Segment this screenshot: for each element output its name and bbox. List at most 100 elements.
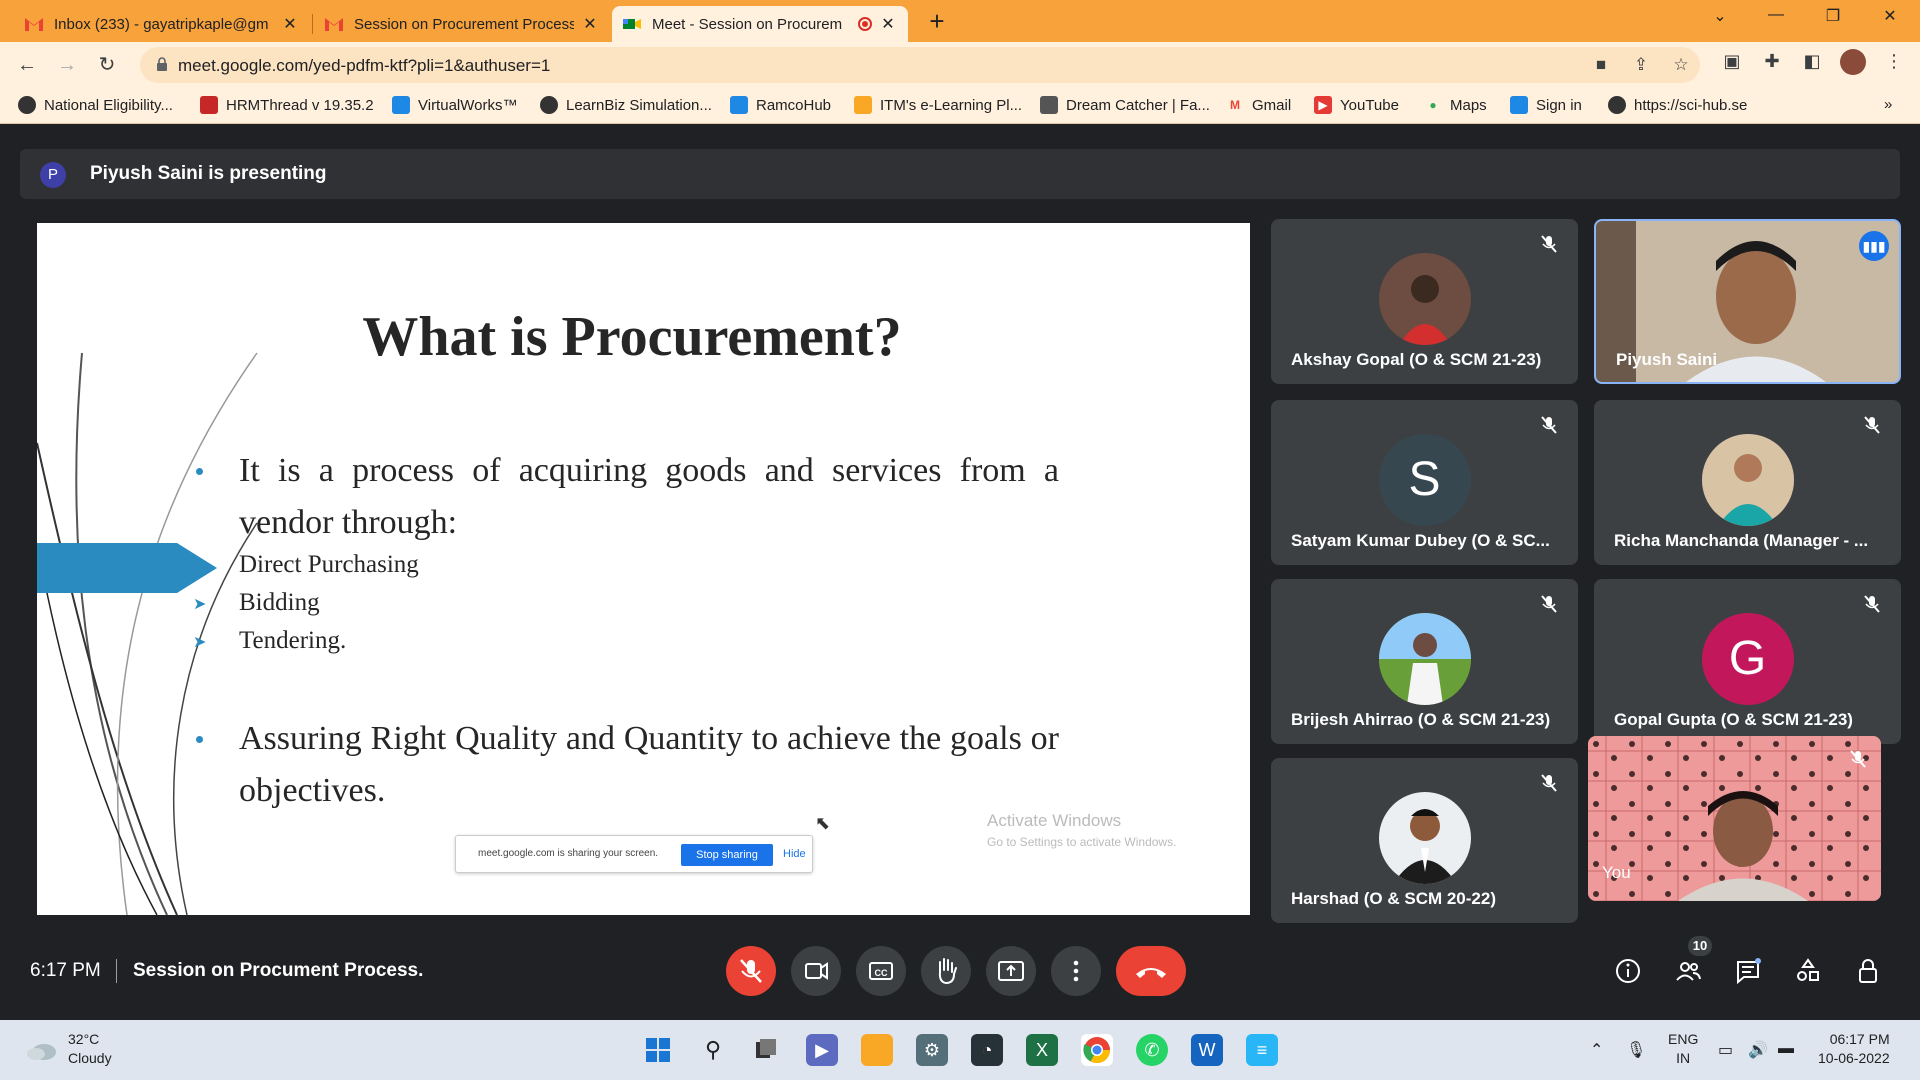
mic-off-icon: [1541, 595, 1557, 613]
self-view-tile[interactable]: You: [1588, 736, 1881, 901]
back-icon[interactable]: ←: [12, 50, 42, 80]
meeting-title: Session on Procument Process.: [133, 960, 424, 981]
close-icon[interactable]: ✕: [280, 14, 300, 34]
file-explorer-icon[interactable]: [861, 1034, 893, 1066]
tab-meet[interactable]: Meet - Session on Procurem ✕: [612, 6, 908, 42]
participant-tile[interactable]: Harshad (O & SCM 20-22): [1271, 758, 1578, 923]
search-icon[interactable]: ⚲: [697, 1034, 729, 1066]
avatar: [1378, 613, 1471, 705]
bookmark-item[interactable]: National Eligibility...: [18, 96, 173, 114]
address-bar[interactable]: meet.google.com/yed-pdfm-ktf?pli=1&authu…: [140, 47, 1700, 83]
profile-avatar[interactable]: [1840, 49, 1866, 75]
participant-name: Richa Manchanda (Manager - ...: [1614, 531, 1869, 550]
participant-tile[interactable]: G Gopal Gupta (O & SCM 21-23): [1594, 579, 1901, 744]
hide-link[interactable]: Hide: [783, 848, 806, 860]
excel-icon[interactable]: X: [1026, 1034, 1058, 1066]
weather-widget[interactable]: 32°C Cloudy: [24, 1030, 112, 1068]
close-window-button[interactable]: ✕: [1870, 6, 1910, 26]
participant-tile[interactable]: Richa Manchanda (Manager - ...: [1594, 400, 1901, 565]
host-controls-icon[interactable]: [1852, 955, 1884, 987]
shared-slide: What is Procurement? It is a process of …: [37, 223, 1250, 915]
gmail-icon: M: [1230, 98, 1240, 112]
svg-text:CC: CC: [875, 968, 888, 978]
system-clock[interactable]: 06:17 PM 10-06-2022: [1818, 1030, 1890, 1068]
mic-toggle-button[interactable]: [726, 946, 776, 996]
share-icon[interactable]: ⇪: [1630, 55, 1652, 77]
people-icon[interactable]: [1672, 955, 1704, 987]
bookmark-item[interactable]: VirtualWorks™: [392, 96, 517, 114]
slide-sub-item: Direct Purchasing: [239, 551, 419, 578]
more-options-button[interactable]: [1051, 946, 1101, 996]
start-icon[interactable]: [642, 1034, 674, 1066]
participant-tile[interactable]: S Satyam Kumar Dubey (O & SC...: [1271, 400, 1578, 565]
bookmarks-bar: National Eligibility... HRMThread v 19.3…: [0, 88, 1920, 124]
participant-tile[interactable]: Akshay Gopal (O & SCM 21-23): [1271, 219, 1578, 384]
meet-controls-bar: 6:17 PM Session on Procument Process. CC…: [0, 925, 1920, 1020]
close-icon[interactable]: ✕: [878, 14, 898, 34]
participant-tile-active-speaker[interactable]: ▮▮▮ Piyush Saini: [1594, 219, 1901, 384]
forward-icon[interactable]: →: [52, 50, 82, 80]
word-icon[interactable]: W: [1191, 1034, 1223, 1066]
bookmark-item[interactable]: HRMThread v 19.35.2: [200, 96, 374, 114]
info-icon[interactable]: [1612, 955, 1644, 987]
bookmark-item[interactable]: Dream Catcher | Fa...: [1040, 96, 1210, 114]
bookmark-item[interactable]: Sign in: [1510, 96, 1582, 114]
volume-icon[interactable]: 🔊: [1748, 1040, 1768, 1060]
raise-hand-button[interactable]: [921, 946, 971, 996]
input-language[interactable]: ENG IN: [1668, 1030, 1698, 1068]
gmail-icon: [324, 16, 344, 32]
activities-icon[interactable]: [1792, 955, 1824, 987]
bookmark-item[interactable]: M Gmail: [1226, 96, 1291, 114]
minimize-button[interactable]: —: [1756, 6, 1796, 24]
chrome-icon[interactable]: [1081, 1034, 1113, 1066]
bookmark-item[interactable]: LearnBiz Simulation...: [540, 96, 712, 114]
bookmarks-overflow-icon[interactable]: »: [1884, 96, 1892, 113]
task-view-icon[interactable]: [750, 1034, 782, 1066]
leave-call-button[interactable]: [1116, 946, 1186, 996]
tab-session-procurement[interactable]: Session on Procurement Process ✕: [314, 6, 610, 42]
captions-button[interactable]: CC: [856, 946, 906, 996]
virtualworks-icon: [392, 96, 410, 114]
puzzle-icon[interactable]: ✚: [1760, 51, 1784, 75]
stop-sharing-button[interactable]: Stop sharing: [681, 844, 773, 866]
bookmark-item[interactable]: ● Maps: [1424, 96, 1486, 114]
bookmark-item[interactable]: ▶ YouTube: [1314, 96, 1399, 114]
present-button[interactable]: [986, 946, 1036, 996]
camera-toggle-button[interactable]: [791, 946, 841, 996]
bookmark-star-icon[interactable]: ☆: [1670, 55, 1692, 77]
chat-icon[interactable]: [1732, 955, 1764, 987]
new-tab-button[interactable]: +: [922, 6, 952, 37]
participant-name: Piyush Saini: [1616, 350, 1718, 369]
side-panel-icon[interactable]: ◧: [1800, 51, 1824, 75]
speedometer-icon[interactable]: ◔: [971, 1034, 1003, 1066]
maximize-button[interactable]: ❐: [1813, 6, 1853, 26]
whatsapp-icon[interactable]: ✆: [1136, 1034, 1168, 1066]
bookmark-item[interactable]: https://sci-hub.se: [1608, 96, 1747, 114]
mic-off-icon: [1864, 595, 1880, 613]
notepad-icon[interactable]: ≡: [1246, 1034, 1278, 1066]
network-icon[interactable]: ▭: [1718, 1040, 1733, 1060]
battery-icon[interactable]: ▬: [1778, 1040, 1794, 1058]
youtube-icon: ▶: [1314, 96, 1332, 114]
avatar: [1378, 253, 1471, 345]
mic-tray-icon[interactable]: 🎙: [1626, 1040, 1646, 1060]
teams-chat-icon[interactable]: ▶: [806, 1034, 838, 1066]
tab-gmail-inbox[interactable]: Inbox (233) - gayatripkaple@gm ✕: [14, 6, 310, 42]
bookmark-item[interactable]: RamcoHub: [730, 96, 831, 114]
settings-icon[interactable]: ⚙: [916, 1034, 948, 1066]
tray-overflow-icon[interactable]: ⌃: [1590, 1040, 1603, 1060]
avatar: G: [1701, 613, 1794, 705]
camera-icon[interactable]: ■: [1590, 55, 1612, 77]
reload-icon[interactable]: ↻: [92, 50, 122, 80]
globe-icon: [1608, 96, 1626, 114]
participant-name: Akshay Gopal (O & SCM 21-23): [1291, 350, 1542, 369]
extension-icon[interactable]: ▣: [1720, 51, 1744, 75]
language-code: ENG: [1668, 1031, 1699, 1047]
tab-search-icon[interactable]: ⌄: [1700, 6, 1740, 26]
signin-icon: [1510, 96, 1528, 114]
presenting-text: Piyush Saini is presenting: [90, 163, 327, 184]
participant-tile[interactable]: Brijesh Ahirrao (O & SCM 21-23): [1271, 579, 1578, 744]
close-icon[interactable]: ✕: [580, 14, 600, 34]
menu-icon[interactable]: ⋮: [1882, 51, 1906, 75]
bookmark-item[interactable]: ITM's e-Learning Pl...: [854, 96, 1022, 114]
